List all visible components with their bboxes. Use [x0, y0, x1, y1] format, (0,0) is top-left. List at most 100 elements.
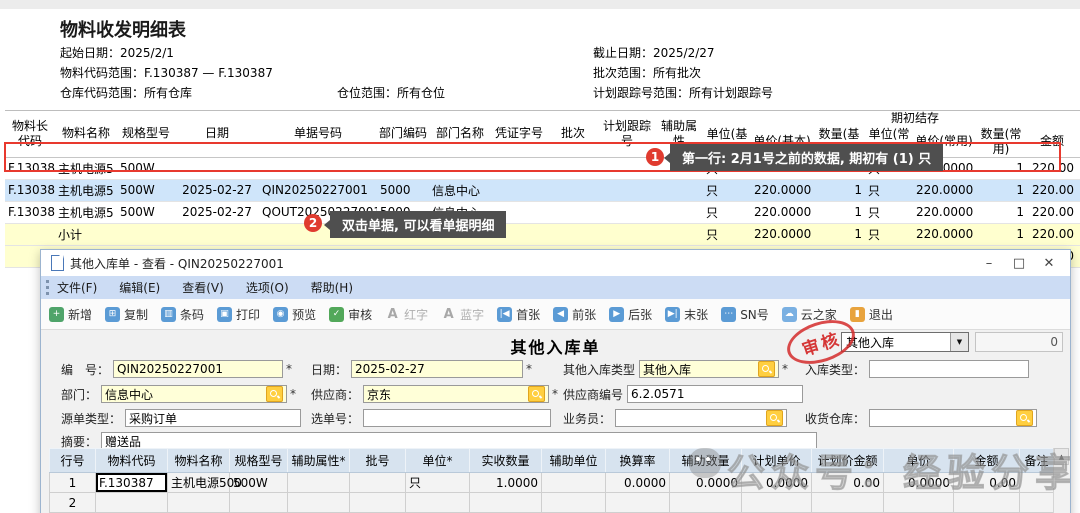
cell: F.130387	[5, 201, 55, 223]
cell: 只	[703, 179, 751, 201]
toolbar-button-preview[interactable]: ◉预览	[273, 306, 316, 323]
filter-warehouse-range: 仓库代码范围：所有仓库	[60, 84, 192, 101]
cell: QIN20250227001	[259, 179, 377, 201]
scroll-up-icon[interactable]: ▲	[1054, 448, 1069, 465]
table-row[interactable]: F.130387主机电源5500W2025-02-27QIN2025022700…	[5, 179, 1080, 201]
lookup-icon[interactable]	[266, 386, 283, 402]
close-button[interactable]: ✕	[1034, 256, 1064, 271]
select-doc-number-input[interactable]	[363, 409, 551, 427]
toolbar-button-prev[interactable]: ◀ 前张	[553, 306, 596, 323]
print-icon: ▣	[217, 307, 232, 322]
filter-batch-range: 批次范围：所有批次	[593, 64, 701, 81]
cell: 220.0000	[751, 179, 813, 201]
field-department: 部门： 信息中心 *	[61, 385, 296, 403]
supplier-code-input[interactable]: 6.2.0571	[627, 385, 803, 403]
red-text-icon: A	[385, 307, 400, 322]
cell: 2	[50, 493, 96, 513]
cell	[542, 473, 606, 493]
required-mark: *	[782, 362, 788, 376]
toolbar-button-first[interactable]: |◀首张	[497, 306, 540, 323]
chevron-down-icon[interactable]: ▼	[950, 333, 968, 351]
filter-label: 仓位范围：	[337, 86, 397, 100]
minimize-button[interactable]: –	[974, 256, 1004, 271]
toolbar-button-exit[interactable]: ▮退出	[850, 306, 893, 323]
cell: 2025-02-27	[175, 179, 259, 201]
lookup-icon[interactable]	[528, 386, 545, 402]
field-supplier-code: 供应商编号 6.2.0571	[563, 385, 803, 403]
lookup-icon[interactable]	[758, 361, 775, 377]
salesperson-input[interactable]	[615, 409, 787, 427]
doc-number-input[interactable]: QIN20250227001	[113, 360, 283, 378]
menu-view[interactable]: 查看(V)	[182, 279, 224, 296]
cell	[406, 493, 470, 513]
grid-col-header: 计划单价	[742, 449, 812, 473]
date-input[interactable]: 2025-02-27	[351, 360, 523, 378]
lookup-icon[interactable]	[766, 410, 783, 426]
grid-scrollbar[interactable]: ▲	[1053, 448, 1069, 513]
filter-value: 所有计划跟踪号	[689, 86, 773, 100]
maximize-button[interactable]: □	[1004, 256, 1034, 271]
table-row[interactable]: 2	[50, 493, 1054, 513]
cell	[599, 223, 655, 245]
menu-edit[interactable]: 编辑(E)	[119, 279, 160, 296]
template-combo[interactable]: 其他入库 ▼	[841, 332, 969, 352]
toolbar-button-print[interactable]: ▣打印	[217, 306, 260, 323]
cell: F.130387	[5, 179, 55, 201]
cell: 只	[703, 223, 751, 245]
menu-file[interactable]: 文件(F)	[57, 279, 97, 296]
field-receiving-warehouse: 收货仓库：	[805, 409, 1037, 427]
cell	[288, 473, 350, 493]
toolbar-button-sn[interactable]: ⋯SN号	[721, 306, 769, 323]
cell	[429, 157, 491, 179]
grid-col-header: 计划价金额	[812, 449, 884, 473]
cell	[470, 493, 542, 513]
filter-value: 2025/2/1	[120, 46, 174, 60]
cell	[377, 157, 429, 179]
cell	[168, 493, 230, 513]
cell: 5000	[377, 179, 429, 201]
grid-col-header: 换算率	[606, 449, 670, 473]
cell	[1020, 493, 1054, 513]
cell: 1	[813, 223, 865, 245]
barcode-icon: ▥	[161, 307, 176, 322]
cell: 220.00	[1027, 223, 1077, 245]
prev-icon: ◀	[553, 307, 568, 322]
cell: 0.0000	[884, 473, 954, 493]
table-row[interactable]: 小计只220.00001只220.00001220.00	[5, 223, 1080, 245]
toolbar-button-last[interactable]: ▶|末张	[665, 306, 708, 323]
cell	[175, 157, 259, 179]
cell	[547, 201, 599, 223]
lookup-icon[interactable]	[1016, 410, 1033, 426]
toolbar-button-label: 预览	[292, 306, 316, 323]
menu-options[interactable]: 选项(O)	[246, 279, 289, 296]
toolbar-button-plus[interactable]: +新增	[49, 306, 92, 323]
receiving-warehouse-input[interactable]	[869, 409, 1037, 427]
other-inbound-type-input[interactable]: 其他入库	[639, 360, 779, 378]
menu-help[interactable]: 帮助(H)	[311, 279, 353, 296]
field-label: 供应商：	[311, 386, 359, 403]
toolbar-button-copy[interactable]: ⊞复制	[105, 306, 148, 323]
grid-col-header: 备注	[1020, 449, 1054, 473]
table-row[interactable]: F.130387主机电源5500W2025-02-27QOUT202502270…	[5, 201, 1080, 223]
department-input[interactable]: 信息中心	[101, 385, 287, 403]
cell	[491, 157, 547, 179]
input-value: 信息中心	[105, 386, 153, 403]
toolbar-button-label: 末张	[684, 306, 708, 323]
col-header: 批次	[547, 111, 599, 158]
cell	[175, 223, 259, 245]
toolbar-button-approve[interactable]: ✓审核	[329, 306, 372, 323]
inbound-type-input[interactable]	[869, 360, 1029, 378]
cell	[812, 493, 884, 513]
grid-col-header: 规格型号	[230, 449, 288, 473]
source-doc-type-input[interactable]: 采购订单	[125, 409, 301, 427]
dialog-title-bar[interactable]: 其他入库单 - 查看 - QIN20250227001 – □ ✕	[41, 250, 1070, 276]
toolbar-button-barcode[interactable]: ▥条码	[161, 306, 204, 323]
supplier-input[interactable]: 京东	[363, 385, 549, 403]
cell: 0.0000	[742, 473, 812, 493]
cell	[599, 201, 655, 223]
table-row[interactable]: 1F.130387主机电源500500W只1.00000.00000.00000…	[50, 473, 1054, 493]
toolbar-button-label: 前张	[572, 306, 596, 323]
cell: 1	[50, 473, 96, 493]
toolbar-button-next[interactable]: ▶后张	[609, 306, 652, 323]
cell: 1	[975, 157, 1027, 179]
